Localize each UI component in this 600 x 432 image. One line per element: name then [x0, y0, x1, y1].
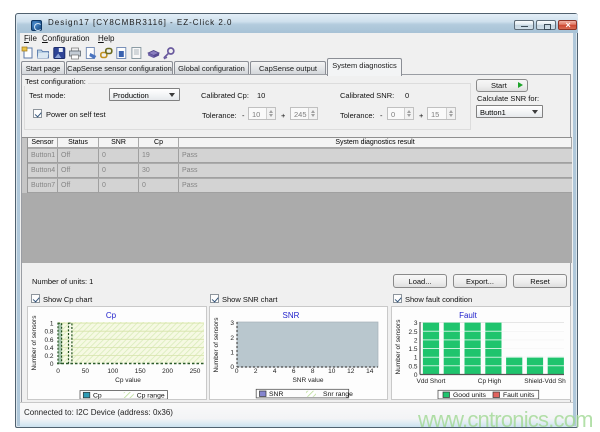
svg-text:Cp High: Cp High [478, 378, 502, 385]
svg-text:Vdd Short: Vdd Short [417, 378, 446, 385]
svg-text:100: 100 [107, 368, 118, 375]
svg-text:0: 0 [50, 361, 54, 368]
svg-text:10: 10 [328, 368, 336, 375]
svg-text:1: 1 [50, 321, 54, 328]
svg-text:0.4: 0.4 [44, 345, 53, 352]
svg-text:2: 2 [230, 335, 234, 342]
svg-text:SNR: SNR [269, 391, 283, 398]
svg-text:Fault units: Fault units [503, 392, 535, 399]
svg-text:2.5: 2.5 [408, 329, 417, 336]
svg-text:1.5: 1.5 [408, 346, 417, 353]
svg-text:1: 1 [230, 349, 234, 356]
svg-text:0.6: 0.6 [44, 337, 53, 344]
svg-text:0: 0 [56, 368, 60, 375]
svg-text:Cp range: Cp range [137, 392, 165, 399]
svg-text:3: 3 [230, 320, 234, 327]
svg-text:150: 150 [135, 368, 146, 375]
svg-text:1: 1 [414, 355, 418, 362]
svg-text:Number of sensors: Number of sensors [395, 319, 402, 375]
svg-text:Cp value: Cp value [115, 377, 141, 384]
svg-text:Snr range: Snr range [323, 391, 353, 398]
svg-text:250: 250 [190, 368, 201, 375]
svg-text:Fault: Fault [459, 311, 478, 320]
svg-text:Shield-Vdd Sh: Shield-Vdd Sh [524, 378, 566, 385]
svg-text:Number of sensors: Number of sensors [213, 317, 220, 373]
svg-text:0.8: 0.8 [44, 329, 53, 336]
svg-text:SNR value: SNR value [292, 377, 323, 384]
svg-text:0.5: 0.5 [408, 363, 417, 370]
svg-text:3: 3 [414, 320, 418, 327]
svg-text:200: 200 [162, 368, 173, 375]
svg-text:0: 0 [235, 368, 239, 375]
svg-text:4: 4 [273, 368, 277, 375]
svg-text:Good units: Good units [453, 392, 486, 399]
svg-text:6: 6 [292, 368, 296, 375]
svg-text:Number of sensors: Number of sensors [31, 315, 38, 371]
svg-text:12: 12 [347, 368, 355, 375]
svg-text:0: 0 [230, 364, 234, 371]
svg-text:2: 2 [254, 368, 258, 375]
svg-text:14: 14 [366, 368, 374, 375]
svg-text:0.2: 0.2 [44, 353, 53, 360]
svg-text:Cp: Cp [93, 392, 102, 399]
svg-text:8: 8 [311, 368, 315, 375]
svg-text:Cp: Cp [106, 311, 117, 320]
svg-text:2: 2 [414, 337, 418, 344]
svg-text:SNR: SNR [283, 311, 300, 320]
svg-text:50: 50 [82, 368, 90, 375]
